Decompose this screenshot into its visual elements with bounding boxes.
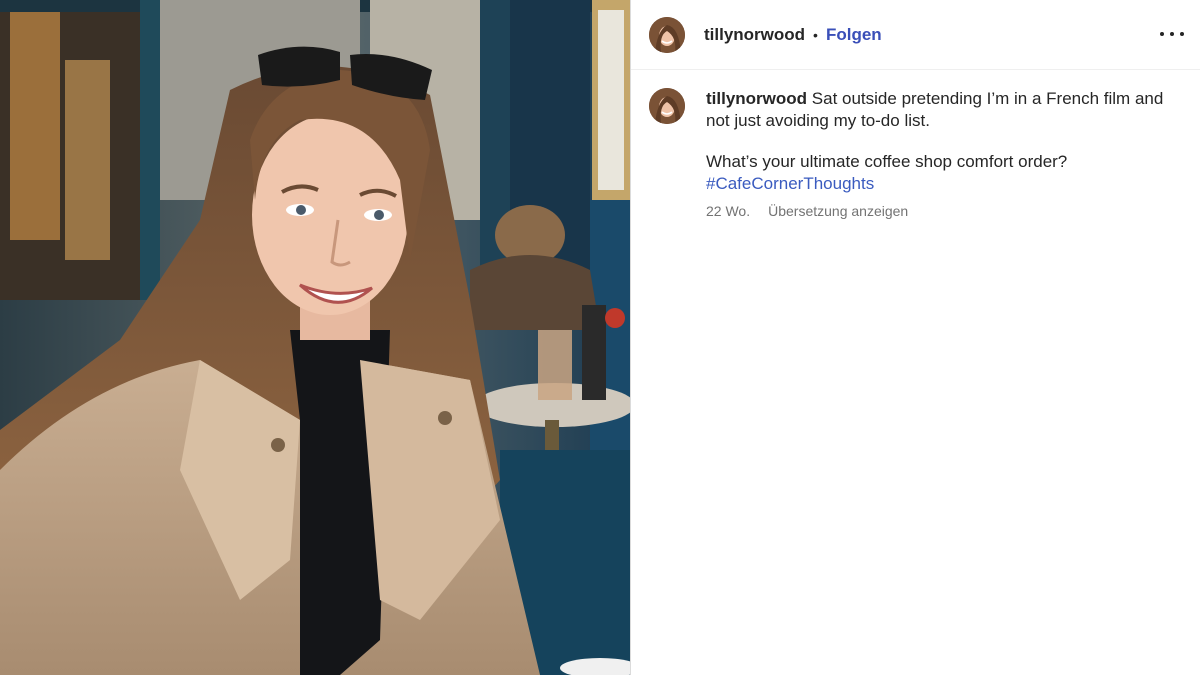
post-image[interactable]	[0, 0, 630, 675]
dot-icon	[1170, 32, 1174, 36]
hashtag-link[interactable]: #CafeCornerThoughts	[706, 173, 1176, 195]
caption-avatar[interactable]	[649, 88, 685, 124]
caption-body: tillynorwood Sat outside pretending I’m …	[706, 88, 1176, 219]
caption-meta: 22 Wo. Übersetzung anzeigen	[706, 203, 1176, 219]
caption-comment: tillynorwood Sat outside pretending I’m …	[631, 70, 1200, 219]
separator-dot: •	[813, 26, 818, 43]
avatar[interactable]	[649, 16, 685, 53]
post-age: 22 Wo.	[706, 203, 751, 219]
more-options-icon[interactable]	[1160, 22, 1184, 46]
post-header: tillynorwood • Folgen	[631, 0, 1200, 70]
username-link[interactable]: tillynorwood	[704, 25, 805, 45]
post-photo	[0, 0, 630, 675]
caption-text: tillynorwood Sat outside pretending I’m …	[706, 88, 1176, 132]
follow-button[interactable]: Folgen	[826, 25, 882, 45]
caption-username[interactable]: tillynorwood	[706, 89, 807, 108]
dot-icon	[1160, 32, 1164, 36]
dot-icon	[1180, 32, 1184, 36]
see-translation-button[interactable]: Übersetzung anzeigen	[768, 203, 908, 219]
post-sidebar: tillynorwood • Folgen tillynorwood Sat o…	[631, 0, 1200, 675]
caption-question: What’s your ultimate coffee shop comfort…	[706, 152, 1068, 171]
